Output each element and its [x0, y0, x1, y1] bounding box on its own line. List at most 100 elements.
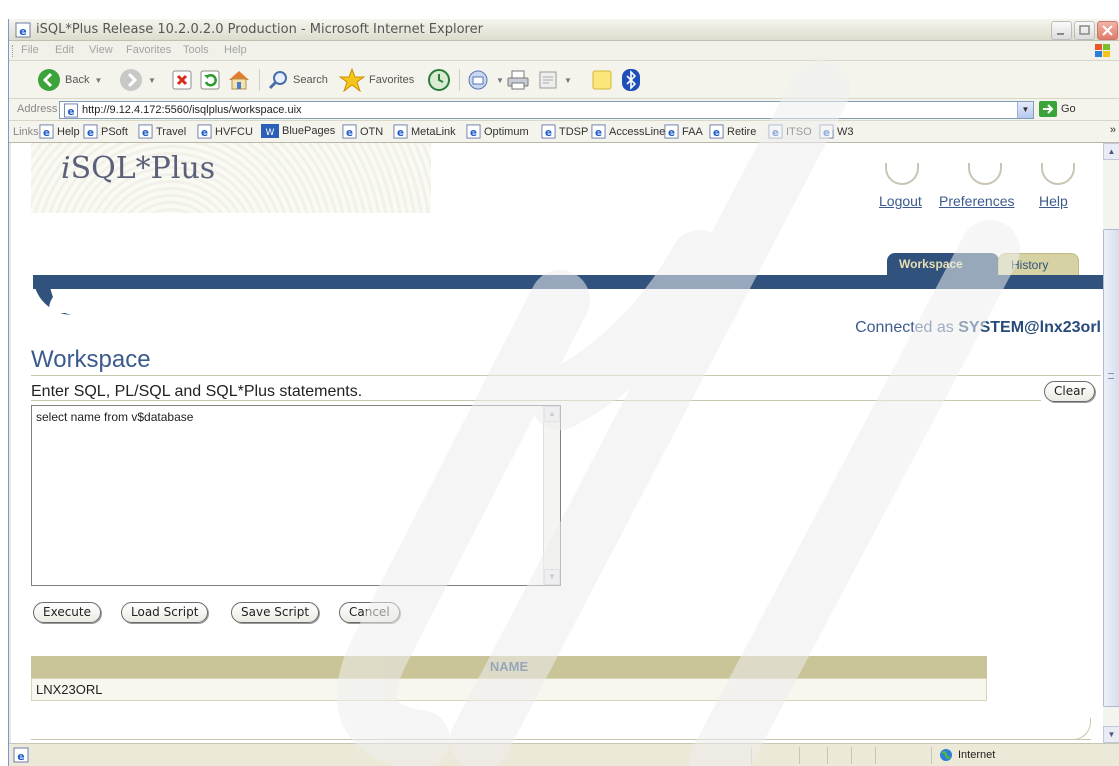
mail-button[interactable]: ▼ — [467, 66, 504, 94]
address-dropdown-icon[interactable]: ▼ — [1017, 102, 1033, 118]
menu-edit[interactable]: Edit — [55, 44, 74, 56]
preferences-icon[interactable] — [968, 163, 1002, 185]
search-button[interactable]: Search — [267, 66, 328, 94]
back-arrow-icon — [38, 69, 60, 91]
stop-icon — [172, 70, 192, 90]
logout-link[interactable]: Logout — [879, 193, 922, 209]
home-icon — [229, 71, 249, 90]
status-pane — [827, 747, 828, 764]
sql-scrollbar[interactable]: ▲ ▼ — [543, 406, 560, 585]
link-hvfcu[interactable]: e HVFCU — [197, 124, 253, 139]
scroll-thumb[interactable] — [1103, 229, 1119, 707]
bluetooth-button[interactable] — [621, 66, 641, 94]
minimize-button[interactable] — [1051, 21, 1072, 40]
tab-history[interactable]: History — [998, 253, 1079, 275]
preferences-link[interactable]: Preferences — [939, 193, 1014, 209]
scroll-grip — [1108, 373, 1114, 379]
sql-input[interactable]: select name from v$database ▲ ▼ — [31, 405, 561, 586]
address-label: Address — [17, 103, 58, 115]
svg-text:W: W — [266, 128, 275, 138]
back-dropdown-icon[interactable]: ▼ — [94, 76, 102, 85]
maximize-button[interactable] — [1074, 21, 1095, 40]
svg-text:e: e — [87, 127, 94, 139]
link-itso[interactable]: e ITSO — [768, 124, 812, 139]
svg-text:e: e — [142, 127, 149, 139]
go-button[interactable]: Go — [1039, 101, 1076, 117]
ie-page-icon: e — [591, 124, 606, 139]
connected-label: Connected as — [855, 319, 954, 336]
load-script-button[interactable]: Load Script — [121, 602, 209, 623]
link-accessline[interactable]: e AccessLine — [591, 124, 665, 139]
clear-button[interactable]: Clear — [1044, 381, 1096, 402]
status-pane — [931, 747, 932, 764]
link-metalink[interactable]: e MetaLink — [393, 124, 456, 139]
link-help[interactable]: e Help — [39, 124, 80, 139]
stop-button[interactable] — [171, 66, 193, 94]
link-bluepages[interactable]: W BluePages — [261, 124, 335, 138]
ie-page-icon: e — [83, 124, 98, 139]
back-button[interactable]: Back ▼ — [37, 66, 102, 94]
notes-icon — [592, 70, 612, 90]
link-w3[interactable]: e W3 — [819, 124, 854, 139]
sql-text: select name from v$database — [36, 410, 194, 424]
menu-view[interactable]: View — [89, 44, 113, 56]
forward-dropdown-icon[interactable]: ▼ — [148, 76, 156, 85]
isqlplus-logo: iSQL*Plus — [61, 151, 215, 186]
page-content: iSQL*Plus Logout Preferences Help Worksp… — [11, 143, 1103, 743]
home-button[interactable] — [227, 66, 251, 94]
svg-text:e: e — [17, 750, 24, 763]
svg-text:e: e — [470, 127, 477, 139]
address-input[interactable]: e http://9.12.4.172:5560/isqlplus/worksp… — [59, 101, 1034, 119]
link-travel[interactable]: e Travel — [138, 124, 186, 139]
scroll-up-icon[interactable]: ▲ — [1103, 143, 1119, 160]
status-pane — [875, 747, 876, 764]
notes-button[interactable] — [591, 66, 613, 94]
cancel-button[interactable]: Cancel — [339, 602, 400, 623]
edit-dropdown-icon[interactable]: ▼ — [564, 76, 572, 85]
scroll-down-icon[interactable]: ▼ — [1103, 726, 1119, 743]
help-icon[interactable] — [1041, 163, 1075, 185]
edit-button[interactable]: ▼ — [537, 66, 572, 94]
link-retire[interactable]: e Retire — [709, 124, 756, 139]
forward-button[interactable]: ▼ — [119, 66, 156, 94]
favorites-button[interactable]: Favorites — [339, 66, 414, 94]
execute-button[interactable]: Execute — [33, 602, 101, 623]
menu-tools[interactable]: Tools — [183, 44, 209, 56]
link-label: AccessLine — [609, 125, 666, 138]
back-label: Back — [65, 74, 90, 86]
instructions-text: Enter SQL, PL/SQL and SQL*Plus statement… — [31, 383, 363, 400]
logout-icon[interactable] — [885, 163, 919, 185]
svg-text:e: e — [68, 106, 75, 118]
scroll-down-icon[interactable]: ▼ — [544, 569, 560, 585]
link-optimum[interactable]: e Optimum — [466, 124, 529, 139]
link-label: Optimum — [484, 125, 529, 138]
svg-text:e: e — [43, 127, 50, 139]
search-label: Search — [293, 74, 328, 86]
page-scrollbar[interactable]: ▲ ▼ — [1103, 143, 1119, 743]
title-bar: e iSQL*Plus Release 10.2.0.2.0 Productio… — [9, 19, 1119, 41]
link-otn[interactable]: e OTN — [342, 124, 383, 139]
link-psoft[interactable]: e PSoft — [83, 124, 128, 139]
link-label: FAA — [682, 125, 703, 138]
ie-page-icon: e — [393, 124, 408, 139]
links-more-icon[interactable]: » — [1110, 124, 1116, 136]
history-button[interactable] — [427, 66, 451, 94]
link-label: HVFCU — [215, 125, 253, 138]
ie-page-icon: e — [138, 124, 153, 139]
refresh-button[interactable] — [199, 66, 221, 94]
menu-favorites[interactable]: Favorites — [126, 44, 171, 56]
mail-dropdown-icon[interactable]: ▼ — [496, 76, 504, 85]
link-faa[interactable]: e FAA — [664, 124, 703, 139]
link-tdsp[interactable]: e TDSP — [541, 124, 588, 139]
print-button[interactable] — [506, 66, 530, 94]
scroll-up-icon[interactable]: ▲ — [544, 406, 560, 422]
svg-text:e: e — [545, 127, 552, 139]
close-button[interactable] — [1097, 21, 1118, 40]
security-zone: Internet — [939, 748, 995, 762]
menu-help[interactable]: Help — [224, 44, 247, 56]
save-script-button[interactable]: Save Script — [231, 602, 320, 623]
help-link[interactable]: Help — [1039, 193, 1068, 209]
toolbar-separator — [459, 69, 460, 91]
menu-file[interactable]: File — [21, 44, 39, 56]
tab-workspace[interactable]: Workspace — [887, 253, 999, 275]
